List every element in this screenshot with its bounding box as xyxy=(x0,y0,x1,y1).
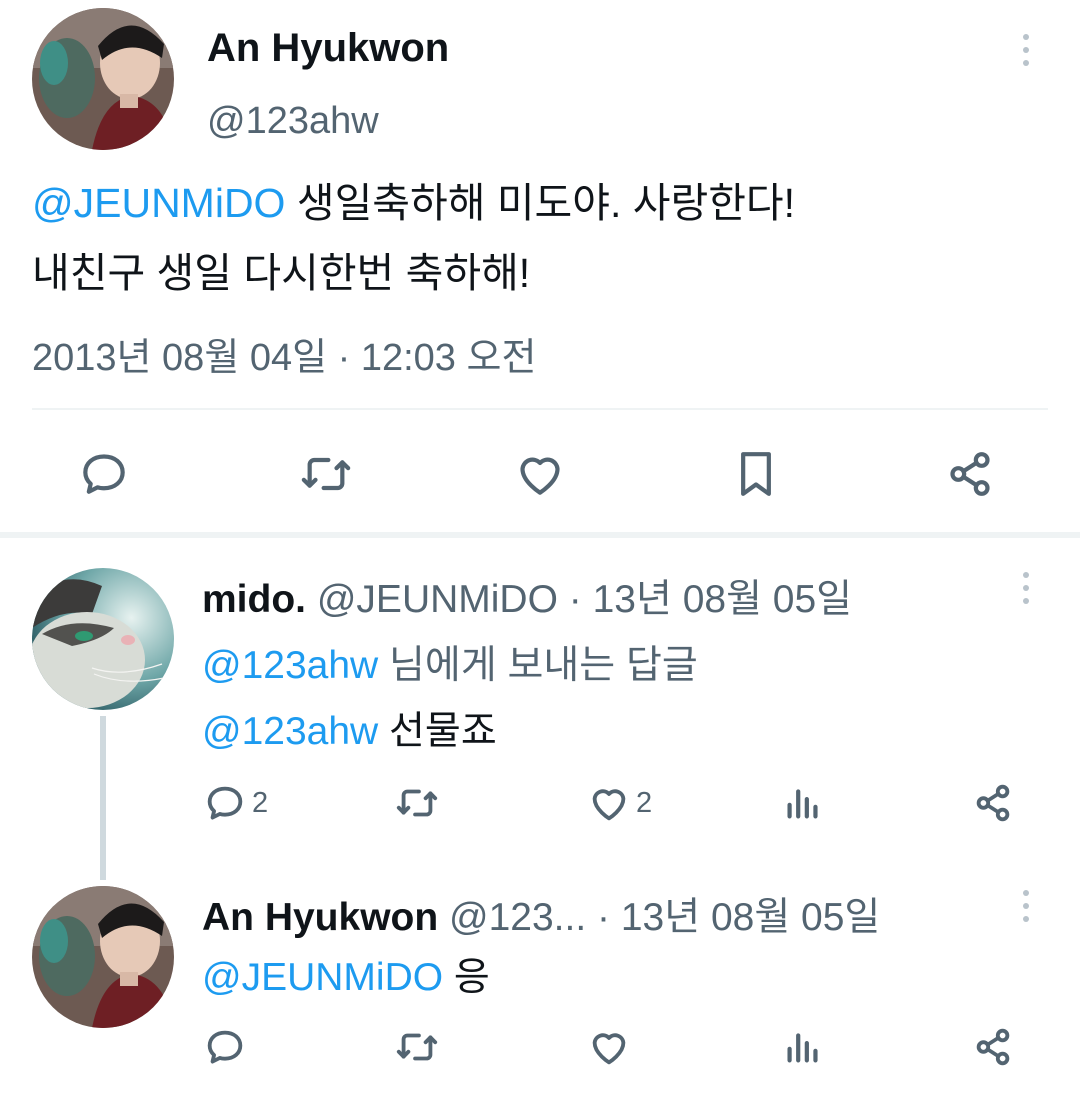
main-tweet-author-name[interactable]: An Hyukwon xyxy=(207,26,449,71)
main-tweet-like-button[interactable] xyxy=(512,446,568,502)
main-tweet-bookmark-button[interactable] xyxy=(728,446,784,502)
reply-icon xyxy=(207,1030,243,1064)
reply-icon xyxy=(83,454,125,494)
like-icon xyxy=(592,789,626,821)
reply-retweet-button[interactable] xyxy=(394,1024,440,1070)
reply-avatar[interactable] xyxy=(32,886,174,1028)
reply-handle[interactable]: @123... xyxy=(449,896,586,939)
reply-date[interactable]: · 13년 08월 05일 xyxy=(586,896,880,939)
reply-views-button[interactable] xyxy=(780,780,826,826)
reply-reply-button[interactable]: 2 xyxy=(202,780,268,826)
reply-date[interactable]: · 13년 08월 05일 xyxy=(558,578,852,621)
section-separator xyxy=(0,532,1080,538)
reply-like-button[interactable] xyxy=(586,1024,632,1070)
reply-author-name[interactable]: An Hyukwon xyxy=(202,896,438,939)
reply-author-name[interactable]: mido. xyxy=(202,578,306,621)
main-tweet-timestamp[interactable]: 2013년 08월 04일 · 12:03 오전 xyxy=(32,326,536,381)
reply-avatar[interactable] xyxy=(32,568,174,710)
like-count: 2 xyxy=(636,786,653,819)
share-icon xyxy=(950,452,990,496)
retweet-icon xyxy=(396,1033,438,1061)
reply-more-icon[interactable] xyxy=(1014,568,1038,608)
reply-body: @JEUNMiDO 응 xyxy=(202,946,490,1002)
bookmark-icon xyxy=(741,452,771,496)
retweet-icon xyxy=(301,457,351,491)
main-tweet-text-line1: 생일축하해 미도야. 사랑한다! xyxy=(285,180,796,226)
reply-to-line: @123ahw 님에게 보내는 답글 xyxy=(202,634,698,690)
reply-like-button[interactable]: 2 xyxy=(586,780,652,826)
reply-more-icon[interactable] xyxy=(1014,886,1038,926)
main-tweet-divider xyxy=(32,408,1048,410)
reply-header: mido. @JEUNMiDO · 13년 08월 05일 xyxy=(202,568,852,624)
retweet-icon xyxy=(396,789,438,817)
reply-header: An Hyukwon @123... · 13년 08월 05일 xyxy=(202,886,880,942)
main-tweet-mention[interactable]: @JEUNMiDO xyxy=(32,180,285,226)
reply-share-button[interactable] xyxy=(970,780,1016,826)
share-icon xyxy=(976,784,1010,822)
like-icon xyxy=(520,457,560,495)
reply-views-button[interactable] xyxy=(780,1024,826,1070)
reply-reply-button[interactable] xyxy=(202,1024,248,1070)
reply-handle[interactable]: @JEUNMiDO xyxy=(317,578,558,621)
reply-to-mention[interactable]: @123ahw xyxy=(202,644,378,687)
main-tweet-text: @JEUNMiDO 생일축하해 미도야. 사랑한다! 내친구 생일 다시한번 축… xyxy=(32,168,1042,308)
main-tweet-handle[interactable]: @123ahw xyxy=(207,100,379,143)
reply-body: @123ahw 선물죠 xyxy=(202,700,497,756)
main-tweet-reply-button[interactable] xyxy=(76,446,132,502)
main-tweet-text-line2: 내친구 생일 다시한번 축하해! xyxy=(32,250,531,296)
reply-retweet-button[interactable] xyxy=(394,780,440,826)
reply-share-button[interactable] xyxy=(970,1024,1016,1070)
main-tweet-more-icon[interactable] xyxy=(1014,30,1038,70)
reply-count: 2 xyxy=(252,786,269,819)
main-tweet-avatar[interactable] xyxy=(32,8,174,150)
reply-icon xyxy=(207,786,243,820)
like-icon xyxy=(592,1033,626,1065)
share-icon xyxy=(976,1028,1010,1066)
views-icon xyxy=(787,789,818,819)
reply-body-text: 응 xyxy=(443,956,490,999)
main-tweet-share-button[interactable] xyxy=(942,446,998,502)
reply-body-text: 선물죠 xyxy=(378,710,497,753)
reply-to-text: 님에게 보내는 답글 xyxy=(378,644,698,687)
reply-body-mention[interactable]: @JEUNMiDO xyxy=(202,956,443,999)
main-tweet-retweet-button[interactable] xyxy=(298,446,354,502)
views-icon xyxy=(787,1033,818,1063)
reply-body-mention[interactable]: @123ahw xyxy=(202,710,378,753)
thread-connector-line xyxy=(100,716,106,880)
